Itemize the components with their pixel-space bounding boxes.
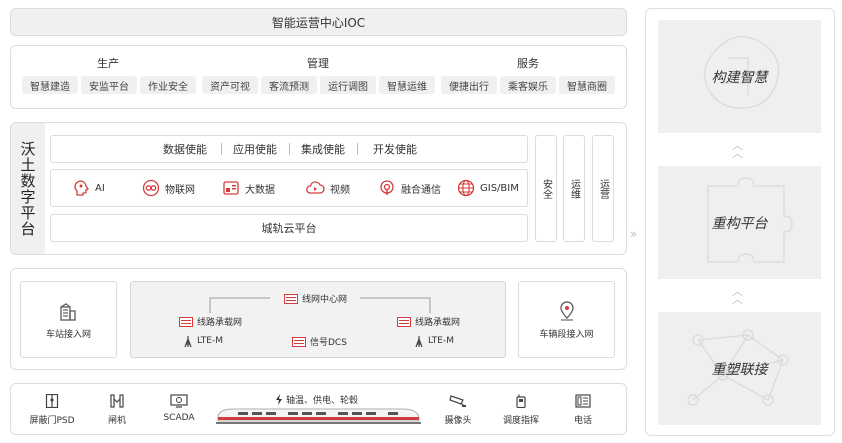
tech-iot: 物联网 <box>142 178 212 198</box>
tech-iot-label: 物联网 <box>165 184 195 196</box>
ioc-bar: 智能运营中心IOC <box>10 8 627 36</box>
door-icon <box>45 394 59 408</box>
side-security: 安全 <box>535 135 557 242</box>
double-chevron-right-icon: » <box>630 227 638 241</box>
antenna-tower-icon <box>184 336 192 347</box>
tech-bigdata-label: 大数据 <box>245 184 275 196</box>
device-camera-label: 摄像头 <box>444 416 472 426</box>
location-pin-icon <box>560 301 574 321</box>
step-reshape-connection-label: 重塑联接 <box>711 361 768 378</box>
device-scada: SCADA <box>156 394 202 430</box>
camera-icon <box>449 395 466 407</box>
gate-icon <box>110 394 124 408</box>
device-phone-label: 电话 <box>573 416 592 426</box>
center-net: 线网中心网 <box>284 292 347 305</box>
side-operation-label: 运营 <box>597 178 609 199</box>
device-phone: 电话 <box>566 394 600 430</box>
enable-data: 数据使能 <box>163 143 207 156</box>
phone-icon <box>575 394 591 408</box>
device-gate: 闸机 <box>95 394 139 430</box>
device-scada-label: SCADA <box>163 413 195 423</box>
side-maintenance: 运维 <box>563 135 585 242</box>
line-net-right-label: 线路承载网 <box>415 318 461 328</box>
ltem-left-label: LTE-M <box>197 336 223 346</box>
enable-integration: 集成使能 <box>301 143 345 156</box>
signal-dcs-label: 信号DCS <box>310 338 347 348</box>
fusion-comm-icon <box>380 180 394 195</box>
app-schedule-adjust: 运行调图 <box>320 76 376 94</box>
bigdata-chart-icon <box>223 181 239 195</box>
app-asset-visual: 资产可视 <box>202 76 258 94</box>
device-psd-label: 屏蔽门PSD <box>29 416 75 426</box>
app-work-safety: 作业安全 <box>140 76 196 94</box>
monitor-icon <box>170 394 188 408</box>
group-title-production: 生产 <box>97 57 119 70</box>
enable-development: 开发使能 <box>373 143 417 156</box>
app-safety-platform: 安监平台 <box>81 76 137 94</box>
line-net-left-label: 线路承载网 <box>197 318 243 328</box>
tech-ai: AI <box>72 178 132 198</box>
ltem-right: LTE-M <box>414 335 454 347</box>
side-operation: 运营 <box>592 135 614 242</box>
video-cloud-icon <box>306 181 325 194</box>
building-icon <box>60 303 76 321</box>
tech-fusion-comm-label: 融合通信 <box>401 184 441 196</box>
chevron-up-icon: ︿ ︿ <box>732 139 743 160</box>
app-smart-commerce: 智慧商圈 <box>559 76 615 94</box>
device-dispatch-label: 调度指挥 <box>502 416 539 426</box>
platform-label: 沃土数字平台 <box>18 140 37 237</box>
app-passenger-entertainment: 乘客娱乐 <box>500 76 556 94</box>
step-reshape-connection: 重塑联接 <box>658 312 821 425</box>
side-maintenance-label: 运维 <box>568 178 580 199</box>
group-title-management: 管理 <box>307 57 329 70</box>
step-rebuild-platform-label: 重构平台 <box>711 215 768 232</box>
group-title-service: 服务 <box>517 57 539 70</box>
globe-icon <box>457 179 475 197</box>
antenna-tower-icon <box>415 336 423 347</box>
step-rebuild-platform: 重构平台 <box>658 166 821 279</box>
server-icon <box>397 316 411 327</box>
tech-ai-label: AI <box>95 182 105 194</box>
server-icon <box>284 293 298 304</box>
line-net-right: 线路承载网 <box>397 315 460 328</box>
tech-gis-bim-label: GIS/BIM <box>480 182 519 194</box>
step-build-smart-label: 构建智慧 <box>711 69 768 86</box>
server-icon <box>179 316 193 327</box>
ltem-left: LTE-M <box>183 335 223 347</box>
platform-label-box: 沃土数字平台 <box>11 123 45 254</box>
iot-link-icon <box>142 179 160 197</box>
lightning-icon <box>276 394 282 405</box>
step-build-smart: 构建智慧 <box>658 20 821 133</box>
ai-head-icon <box>74 180 89 196</box>
enable-application: 应用使能 <box>233 143 277 156</box>
line-net-left: 线路承载网 <box>179 315 242 328</box>
app-smart-maintenance: 智慧运维 <box>379 76 435 94</box>
ltem-right-label: LTE-M <box>428 336 454 346</box>
train-icon <box>216 408 421 424</box>
tech-video-label: 视频 <box>330 184 350 196</box>
ioc-title: 智能运营中心IOC <box>271 15 366 30</box>
vehicle-access-label: 车辆段接入网 <box>539 329 594 340</box>
center-net-label: 线网中心网 <box>302 295 348 305</box>
device-camera: 摄像头 <box>438 394 478 430</box>
app-smart-construction: 智慧建造 <box>22 76 78 94</box>
device-gate-label: 闸机 <box>107 416 126 426</box>
walkie-talkie-icon <box>516 394 526 408</box>
tech-gis-bim: GIS/BIM <box>457 178 527 198</box>
app-flow-forecast: 客流预测 <box>261 76 317 94</box>
tech-fusion-comm: 融合通信 <box>378 178 453 198</box>
server-icon <box>292 336 306 347</box>
device-dispatch: 调度指挥 <box>496 394 546 430</box>
device-psd: 屏蔽门PSD <box>22 394 82 430</box>
side-security-label: 安全 <box>540 178 552 199</box>
cloud-row: 城轨云平台 <box>50 214 528 242</box>
chevron-up-icon: ︿ ︿ <box>732 285 743 306</box>
signal-dcs: 信号DCS <box>292 335 347 348</box>
station-access-label: 车站接入网 <box>45 329 91 340</box>
cloud-label: 城轨云平台 <box>261 222 317 235</box>
app-easy-travel: 便捷出行 <box>441 76 497 94</box>
tech-video: 视频 <box>305 178 365 198</box>
tech-bigdata: 大数据 <box>222 178 292 198</box>
